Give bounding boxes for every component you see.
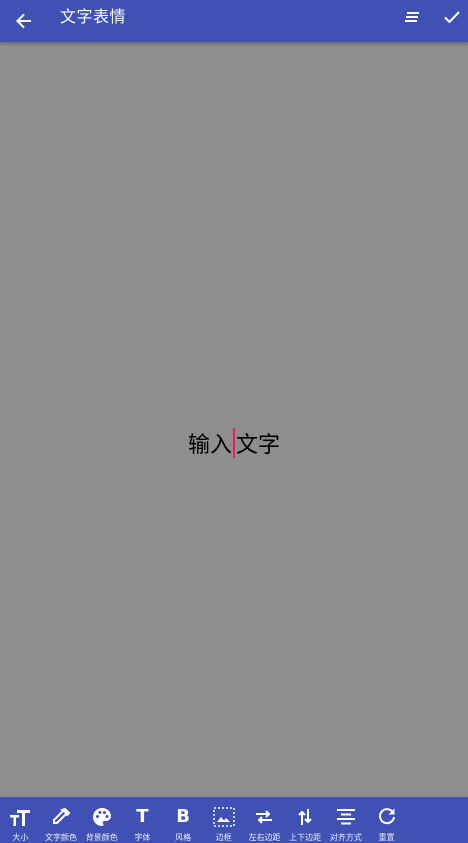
app-bar: 文字表情 — [0, 0, 468, 42]
text-cursor — [233, 428, 235, 458]
text-input[interactable]: 输入 文字 — [0, 427, 468, 459]
tool-background-color-label: 背景颜色 — [85, 833, 118, 842]
tool-vertical-spacing[interactable]: 上下边距 — [285, 797, 326, 843]
tool-font[interactable]: T 字体 — [122, 797, 163, 843]
tool-border-label: 边框 — [215, 833, 232, 842]
text-before-cursor: 输入 — [187, 433, 232, 458]
border-icon — [213, 806, 235, 828]
preview-canvas: 输入 文字 — [0, 42, 468, 797]
align-center-icon — [335, 806, 357, 828]
confirm-button[interactable] — [440, 5, 464, 29]
tool-vertical-spacing-label: 上下边距 — [289, 833, 322, 842]
tool-horizontal-spacing[interactable]: 左右边距 — [244, 797, 285, 843]
palette-icon — [91, 806, 113, 828]
bottom-toolbar: 大小 文字颜色 背景颜色 T 字体 B 风格 边框 左右边距 上下边距 对齐方式… — [0, 797, 468, 843]
align-icon — [405, 12, 419, 22]
tool-style-label: 风格 — [175, 833, 192, 842]
check-icon — [444, 11, 460, 24]
tool-horizontal-spacing-label: 左右边距 — [248, 833, 281, 842]
tool-alignment-label: 对齐方式 — [329, 833, 362, 842]
text-align-button[interactable] — [400, 5, 424, 29]
tool-reset-label: 重置 — [378, 833, 395, 842]
eyedropper-icon — [50, 806, 72, 828]
tool-reset[interactable]: 重置 — [366, 797, 407, 843]
tool-alignment[interactable]: 对齐方式 — [326, 797, 367, 843]
page-title: 文字表情 — [60, 7, 127, 26]
bold-icon: B — [176, 806, 190, 827]
vertical-spacing-icon — [294, 806, 316, 828]
tool-text-color-label: 文字颜色 — [45, 833, 78, 842]
arrow-back-icon — [16, 13, 31, 29]
reset-icon — [376, 806, 398, 828]
text-after-cursor: 文字 — [236, 433, 281, 458]
back-button[interactable] — [12, 9, 36, 33]
font-icon: T — [136, 806, 149, 827]
tool-size[interactable]: 大小 — [0, 797, 41, 843]
tool-border[interactable]: 边框 — [203, 797, 244, 843]
tool-style[interactable]: B 风格 — [163, 797, 204, 843]
tool-text-color[interactable]: 文字颜色 — [41, 797, 82, 843]
tool-background-color[interactable]: 背景颜色 — [81, 797, 122, 843]
tool-font-label: 字体 — [134, 833, 151, 842]
tool-size-label: 大小 — [12, 833, 29, 842]
text-size-icon — [9, 806, 31, 828]
horizontal-spacing-icon — [253, 806, 275, 828]
